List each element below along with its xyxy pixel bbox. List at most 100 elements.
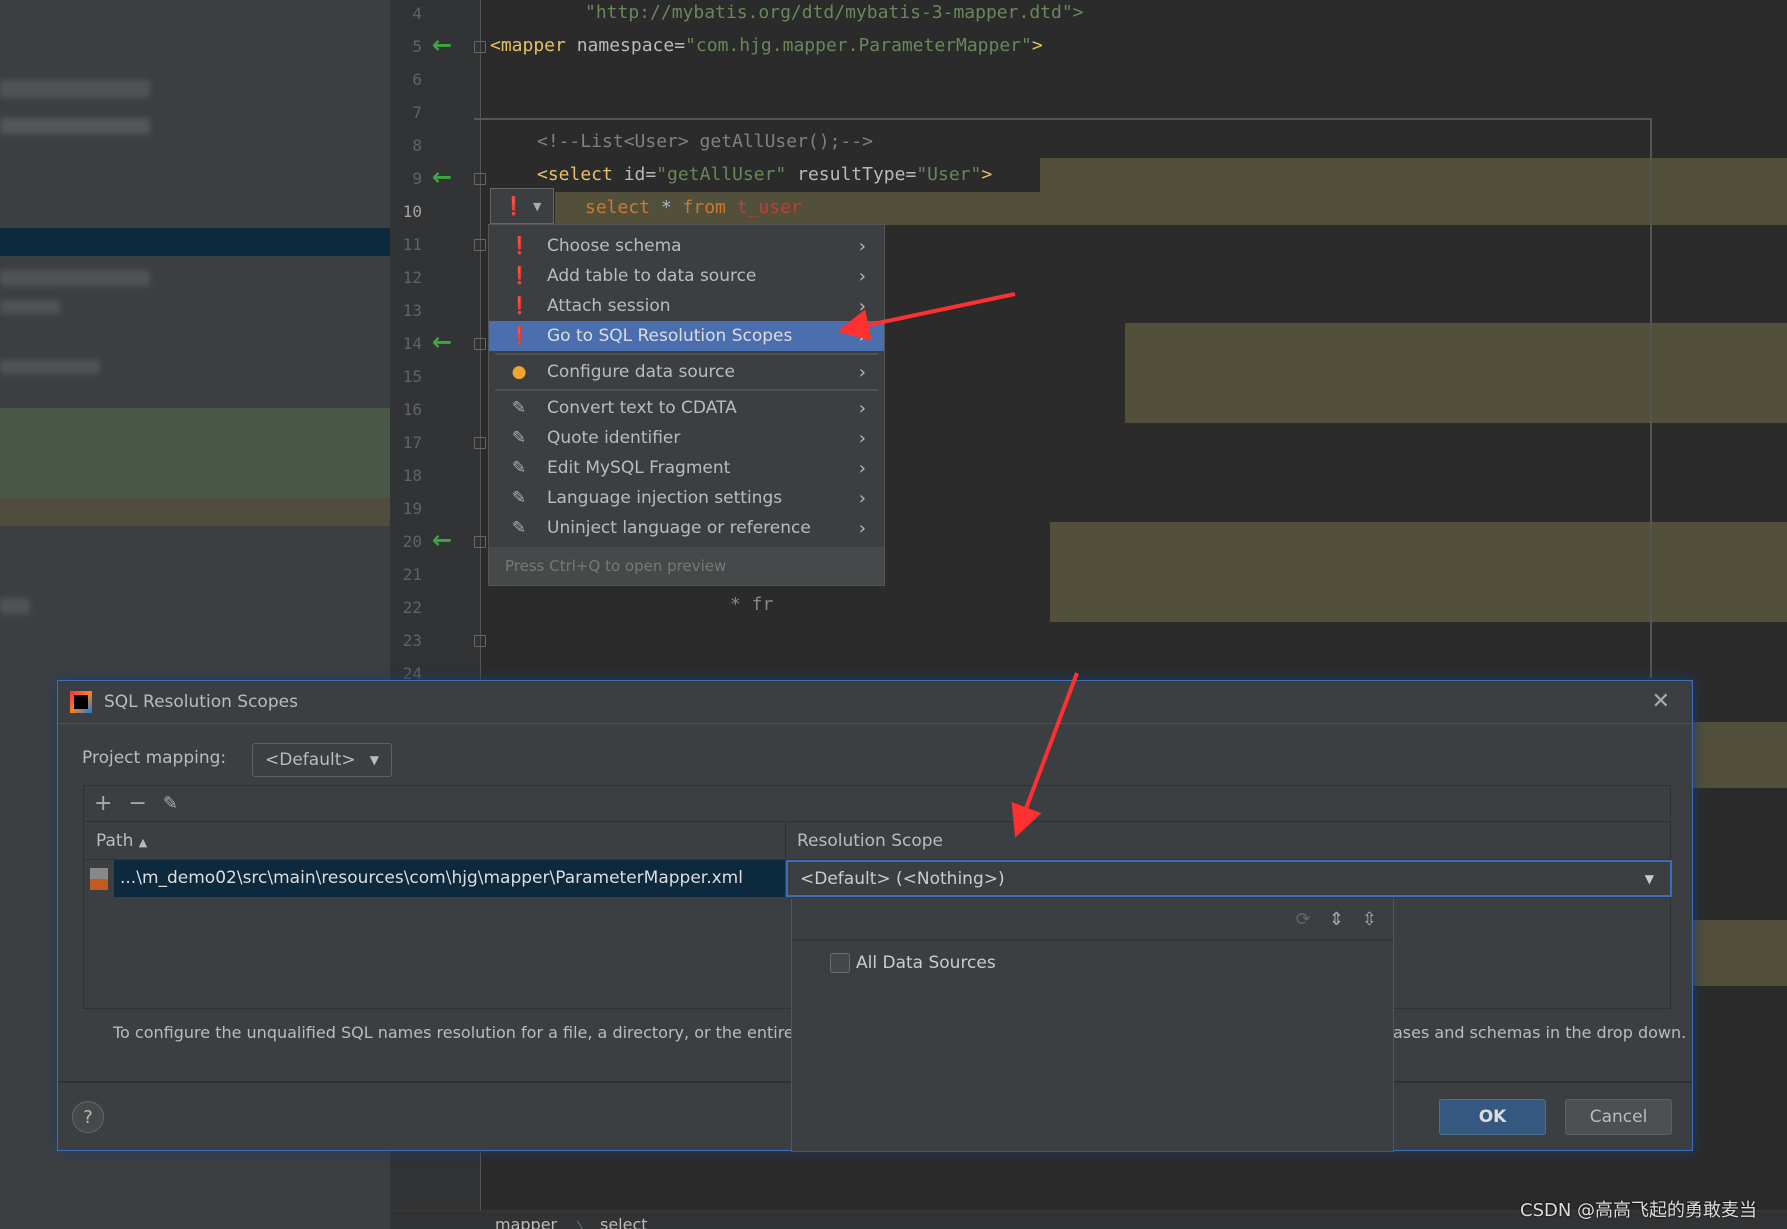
menu-item[interactable]: ✎ Edit MySQL Fragment ›	[489, 453, 884, 483]
menu-item[interactable]: ❗ Go to SQL Resolution Scopes ›	[489, 321, 884, 351]
breadcrumb-select[interactable]: select	[600, 1215, 648, 1229]
column-header-path[interactable]: Path ▲	[96, 831, 147, 851]
intellij-logo-icon	[70, 691, 92, 713]
code-line-9[interactable]: <select id="getAllUser" resultType="User…	[537, 164, 993, 185]
line-number: 19	[402, 499, 422, 518]
ok-button[interactable]: OK	[1439, 1099, 1546, 1135]
menu-item-label: Add table to data source	[547, 266, 757, 286]
cancel-button[interactable]: Cancel	[1565, 1099, 1672, 1135]
column-header-resolution-scope[interactable]: Resolution Scope	[797, 831, 943, 851]
menu-separator	[495, 353, 878, 355]
navigate-to-method-icon[interactable]: ←	[432, 31, 452, 59]
collapse-all-icon[interactable]: ⇳	[1362, 909, 1377, 930]
chevron-down-icon: ▼	[369, 753, 379, 767]
chevron-right-icon: ›	[858, 457, 866, 479]
menu-item-label: Language injection settings	[547, 488, 783, 508]
remove-icon[interactable]: −	[128, 791, 146, 816]
menu-item[interactable]: ✎ Quote identifier ›	[489, 423, 884, 453]
resolution-scope-select[interactable]: <Default> (<Nothing>) ▼	[786, 860, 1672, 897]
error-bulb-icon: ❗	[502, 195, 525, 217]
line-number: 17	[402, 433, 422, 452]
line-number: 20	[402, 532, 422, 551]
intention-bulb-button[interactable]: ❗ ▼	[490, 188, 554, 224]
yellow-bulb-icon: ●	[511, 362, 527, 382]
breadcrumb-mapper[interactable]: mapper	[495, 1215, 557, 1229]
expand-all-icon[interactable]: ⇕	[1329, 909, 1344, 930]
menu-item[interactable]: ❗ Attach session ›	[489, 291, 884, 321]
chevron-right-icon: ›	[858, 235, 866, 257]
fold-marker-icon[interactable]	[474, 635, 486, 647]
fold-marker-icon[interactable]	[474, 536, 486, 548]
injected-fragment-border	[1650, 118, 1652, 678]
menu-item-label: Quote identifier	[547, 428, 681, 448]
line-highlight	[1050, 522, 1787, 622]
code-line-8[interactable]: <!--List<User> getAllUser();-->	[537, 131, 873, 152]
line-number: 14	[402, 334, 422, 353]
code-line-4[interactable]: "http://mybatis.org/dtd/mybatis-3-mapper…	[585, 2, 1084, 23]
line-number: 13	[402, 301, 422, 320]
dialog-title: SQL Resolution Scopes	[104, 692, 298, 712]
edit-intention-icon: ✎	[511, 458, 527, 478]
resolution-scope-dropdown: ⟳ ⇕ ⇳ All Data Sources	[791, 899, 1394, 1152]
menu-item[interactable]: ● Configure data source ›	[489, 357, 884, 387]
edit-icon[interactable]: ✎	[163, 793, 178, 814]
line-number: 18	[402, 466, 422, 485]
menu-item-label: Edit MySQL Fragment	[547, 458, 731, 478]
breadcrumb-separator: 〉	[576, 1219, 593, 1229]
menu-item[interactable]: ✎ Language injection settings ›	[489, 483, 884, 513]
menu-separator	[495, 389, 878, 391]
line-number: 9	[412, 169, 422, 188]
line-number: 21	[402, 565, 422, 584]
dialog-title-bar: SQL Resolution Scopes ✕	[58, 681, 1692, 724]
menu-item[interactable]: ❗ Choose schema ›	[489, 231, 884, 261]
intention-actions-menu: ❗ Choose schema › ❗ Add table to data source…	[488, 224, 885, 586]
chevron-right-icon: ›	[858, 295, 866, 317]
table-row[interactable]: ...\m_demo02\src\main\resources\com\hjg\…	[84, 860, 1672, 898]
navigate-to-method-icon[interactable]: ←	[432, 526, 452, 554]
fold-marker-icon[interactable]	[474, 173, 486, 185]
close-icon[interactable]: ✕	[1652, 689, 1670, 714]
fold-marker-icon[interactable]	[474, 338, 486, 350]
xml-file-icon	[90, 868, 108, 890]
option-label: All Data Sources	[856, 953, 996, 973]
code-line-22[interactable]: * fr	[730, 594, 773, 615]
description-text-left: To configure the unqualified SQL names r…	[113, 1023, 826, 1042]
line-number: 23	[402, 631, 422, 650]
menu-item-label: Attach session	[547, 296, 671, 316]
chevron-right-icon: ›	[858, 397, 866, 419]
fold-marker-icon[interactable]	[474, 437, 486, 449]
all-data-sources-option[interactable]: All Data Sources	[830, 953, 996, 973]
chevron-right-icon: ›	[858, 427, 866, 449]
line-number: 10	[402, 202, 422, 221]
line-number: 8	[412, 136, 422, 155]
help-button[interactable]: ?	[72, 1101, 104, 1133]
fold-marker-icon[interactable]	[474, 239, 486, 251]
dropdown-arrow-icon: ▼	[532, 199, 542, 213]
fold-marker-icon[interactable]	[474, 41, 486, 53]
project-mapping-select[interactable]: <Default> ▼	[252, 743, 392, 777]
line-number: 22	[402, 598, 422, 617]
edit-intention-icon: ✎	[511, 428, 527, 448]
refresh-icon[interactable]: ⟳	[1296, 909, 1311, 930]
line-number: 16	[402, 400, 422, 419]
checkbox[interactable]	[830, 953, 850, 973]
code-line-5[interactable]: <mapper namespace="com.hjg.mapper.Parame…	[490, 35, 1043, 56]
menu-item[interactable]: ❗ Add table to data source ›	[489, 261, 884, 291]
menu-item-label: Configure data source	[547, 362, 735, 382]
menu-hint: Press Ctrl+Q to open preview	[489, 547, 884, 585]
code-line-10[interactable]: select * from t_user	[585, 197, 802, 218]
line-number: 11	[402, 235, 422, 254]
sort-ascending-icon: ▲	[138, 836, 148, 849]
edit-intention-icon: ✎	[511, 518, 527, 538]
line-number: 12	[402, 268, 422, 287]
navigate-to-method-icon[interactable]: ←	[432, 328, 452, 356]
line-number: 15	[402, 367, 422, 386]
error-bulb-icon: ❗	[509, 236, 531, 256]
navigate-to-method-icon[interactable]: ←	[432, 163, 452, 191]
menu-item[interactable]: ✎ Convert text to CDATA ›	[489, 393, 884, 423]
add-icon[interactable]: +	[94, 791, 112, 816]
path-cell[interactable]: ...\m_demo02\src\main\resources\com\hjg\…	[114, 860, 785, 897]
sql-resolution-scopes-dialog: SQL Resolution Scopes ✕ Project mapping:…	[57, 680, 1693, 1152]
menu-item[interactable]: ✎ Uninject language or reference ›	[489, 513, 884, 543]
description-text-right: ases and schemas in the drop down.	[1393, 1023, 1687, 1042]
